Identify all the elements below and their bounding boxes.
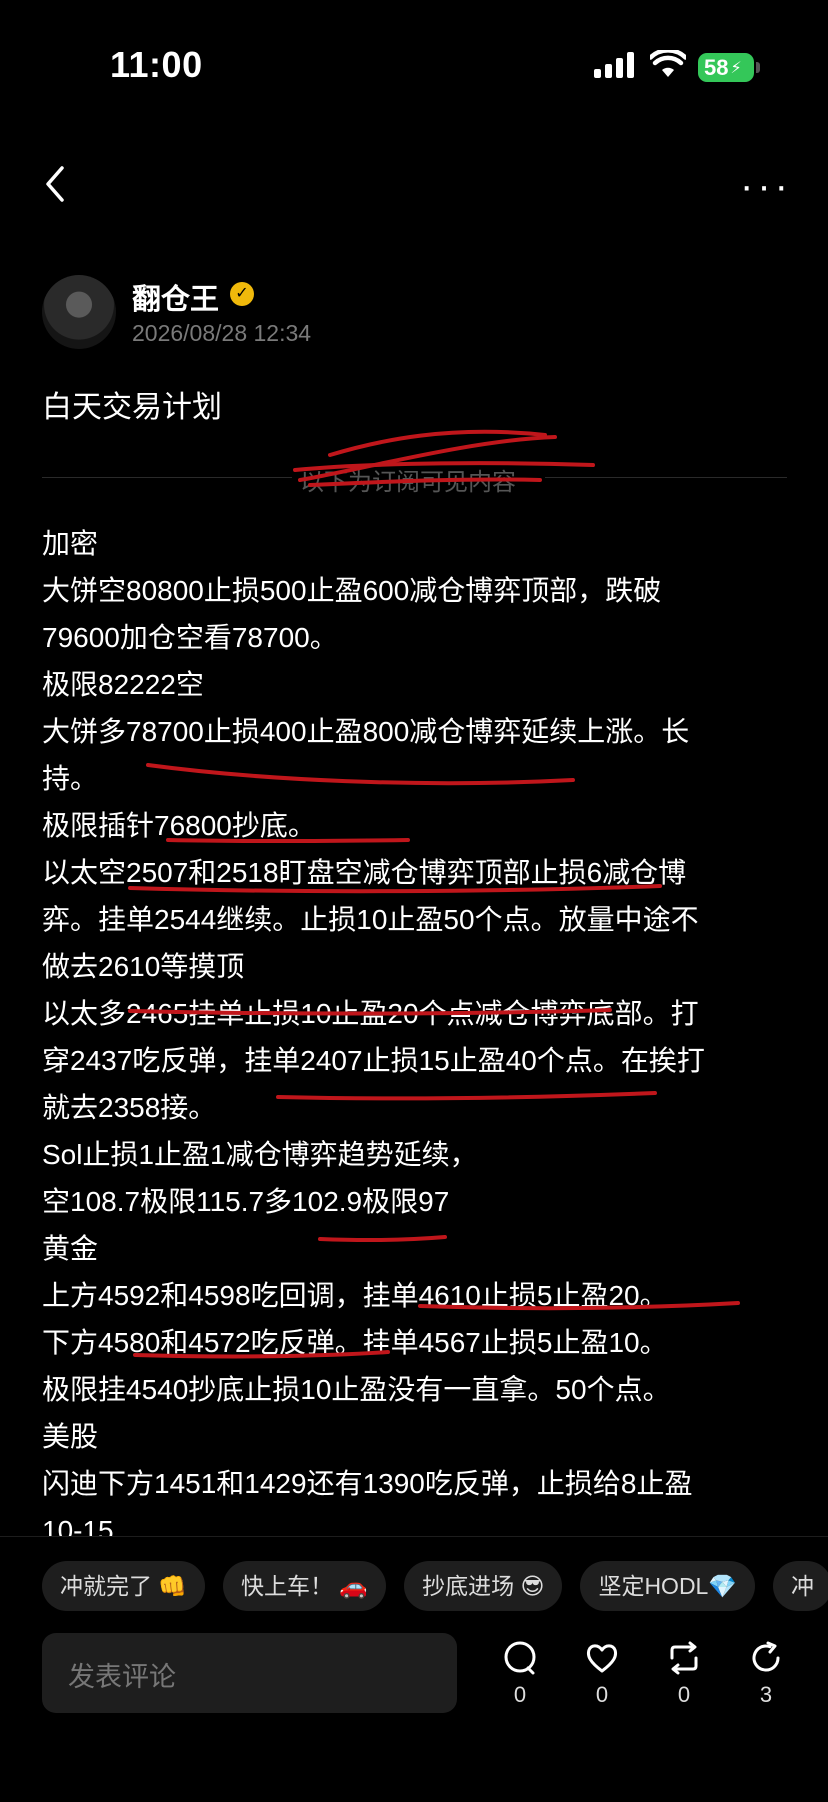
battery-level: 58 — [704, 54, 729, 80]
share-button[interactable]: 3 — [736, 1640, 796, 1708]
comment-bubble-icon — [504, 1641, 536, 1675]
content-line: 上方4592和4598吃回调，挂单4610止损5止盈20。 — [42, 1280, 668, 1311]
cellular-signal-icon — [594, 52, 634, 78]
share-count: 3 — [759, 1682, 773, 1707]
quick-reply-chip[interactable]: 坚定HODL💎 — [580, 1561, 755, 1611]
comment-button[interactable]: 0 — [490, 1640, 550, 1708]
content-line: 黄金 — [42, 1233, 99, 1264]
divider-line-right — [545, 477, 787, 478]
repost-icon — [670, 1641, 698, 1675]
content-line: 持。 — [42, 763, 99, 794]
divider-line-left — [42, 477, 292, 478]
post-title: 白天交易计划 — [42, 391, 222, 424]
post-date: 2026/08/28 12:34 — [132, 320, 312, 346]
quick-reply-chip[interactable]: 冲 — [772, 1561, 828, 1611]
repost-button[interactable]: 0 — [654, 1640, 714, 1708]
status-time: 11:00 — [110, 44, 203, 85]
comment-placeholder: 发表评论 — [68, 1662, 176, 1692]
post-content: 加密 大饼空80800止损500止盈600减仓博弈顶部，跌破 79600加仓空看… — [42, 520, 802, 1554]
content-line: 穿2437吃反弹，挂单2407止损15止盈40个点。在挨打 — [42, 1045, 705, 1076]
content-line: 就去2358接。 — [42, 1092, 217, 1123]
content-line: 闪迪下方1451和1429还有1390吃反弹，止损给8止盈 — [42, 1468, 693, 1499]
content-line: 79600加仓空看78700。 — [42, 622, 338, 653]
content-line: 大饼多78700止损400止盈800减仓博弈延续上涨。长 — [42, 716, 690, 747]
like-count: 0 — [595, 1682, 609, 1707]
content-line: 极限挂4540抄底止损10止盈没有一直拿。50个点。 — [42, 1374, 671, 1405]
wifi-icon — [650, 50, 686, 77]
comment-count: 0 — [513, 1682, 527, 1707]
content-line: 下方4580和4572吃反弹。挂单4567止损5止盈10。 — [42, 1327, 668, 1358]
content-line: Sol止损1止盈1减仓博弈趋势延续， — [42, 1139, 478, 1170]
content-line: 以太多2465挂单止损10止盈20个点减仓博弈底部。打 — [42, 998, 699, 1029]
like-button[interactable]: 0 — [572, 1640, 632, 1708]
content-line: 极限插针76800抄底。 — [42, 810, 316, 841]
quick-reply-chips: 冲就完了 👊 快上车！ 🚗 抄底进场 😎 坚定HODL💎 冲 — [42, 1561, 828, 1611]
content-line: 空108.7极限115.7多102.9极限97 — [42, 1186, 450, 1217]
share-icon — [752, 1641, 780, 1672]
subscriber-divider-text: 以下为订阅可见内容 — [300, 469, 516, 496]
heart-icon — [586, 1644, 618, 1673]
quick-reply-chip[interactable]: 冲就完了 👊 — [42, 1561, 206, 1611]
verified-badge-icon: ✓ — [230, 282, 254, 306]
battery-indicator: 58 ⚡ — [698, 53, 754, 82]
content-line: 美股 — [42, 1421, 99, 1452]
charging-bolt-icon: ⚡ — [730, 59, 742, 77]
back-arrow-icon[interactable] — [40, 164, 70, 204]
repost-count: 0 — [677, 1682, 691, 1707]
content-line: 加密 — [42, 528, 99, 559]
author-name[interactable]: 翻仓王 — [132, 276, 219, 318]
battery-nub — [756, 62, 760, 73]
content-line: 大饼空80800止损500止盈600减仓博弈顶部，跌破 — [42, 575, 662, 606]
status-bar: 11:00 58 ⚡ — [0, 0, 828, 135]
comment-input[interactable]: 发表评论 — [42, 1633, 457, 1713]
content-line: 极限82222空 — [42, 669, 204, 700]
more-options-icon[interactable]: ··· — [740, 166, 792, 206]
quick-reply-chip[interactable]: 快上车！ 🚗 — [223, 1561, 387, 1611]
content-line: 弈。挂单2544继续。止损10止盈50个点。放量中途不 — [42, 904, 699, 935]
quick-reply-chip[interactable]: 抄底进场 😎 — [404, 1561, 563, 1611]
avatar[interactable] — [42, 275, 116, 349]
content-line: 以太空2507和2518盯盘空减仓博弈顶部止损6减仓博 — [42, 857, 687, 888]
content-line: 做去2610等摸顶 — [42, 951, 245, 982]
